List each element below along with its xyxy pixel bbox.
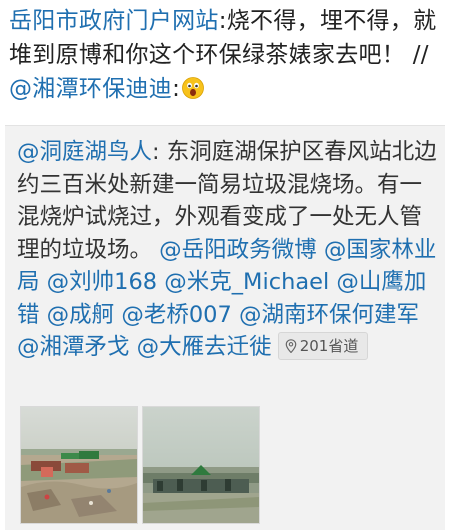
mention-link[interactable]: @岳阳政务微博 xyxy=(159,237,317,263)
quote-author-mention[interactable]: @洞庭湖鸟人 xyxy=(17,139,152,165)
mention-link[interactable]: @老桥007 xyxy=(121,302,231,328)
mention-link[interactable]: @刘帅168 xyxy=(47,269,157,295)
location-label: 201省道 xyxy=(299,337,359,355)
post-text: 岳阳市政府门户网站:烧不得，埋不得，就堆到原博和你这个环保绿茶婊家去吧！ //@… xyxy=(9,4,441,106)
repost-colon: : xyxy=(172,76,181,102)
location-pin-icon xyxy=(285,339,296,354)
mention-link[interactable]: @湖南环保何建军 xyxy=(239,302,419,328)
weibo-post: 岳阳市政府门户网站:烧不得，埋不得，就堆到原博和你这个环保绿茶婊家去吧！ //@… xyxy=(0,0,450,530)
location-tag[interactable]: 201省道 xyxy=(277,332,369,360)
mention-link[interactable]: @米克_Michael xyxy=(164,269,329,295)
reposted-card[interactable]: @洞庭湖鸟人: 东洞庭湖保护区春风站北边约三百米处新建一简易垃圾混烧场。有一混烧… xyxy=(5,125,445,530)
photo-thumbnail[interactable] xyxy=(142,406,260,524)
quote-text: @洞庭湖鸟人: 东洞庭湖保护区春风站北边约三百米处新建一简易垃圾混烧场。有一混烧… xyxy=(17,136,437,364)
author-mention[interactable]: 岳阳市政府门户网站 xyxy=(9,8,219,34)
shocked-emoji-icon xyxy=(182,75,205,99)
mention-link[interactable]: @湘潭矛戈 xyxy=(17,334,130,360)
repost-mention[interactable]: @湘潭环保迪迪 xyxy=(9,76,172,102)
photo-thumbnail[interactable] xyxy=(20,406,138,524)
mention-link[interactable]: @大雁去迁徙 xyxy=(137,334,272,360)
mention-link[interactable]: @成舸 xyxy=(47,302,115,328)
